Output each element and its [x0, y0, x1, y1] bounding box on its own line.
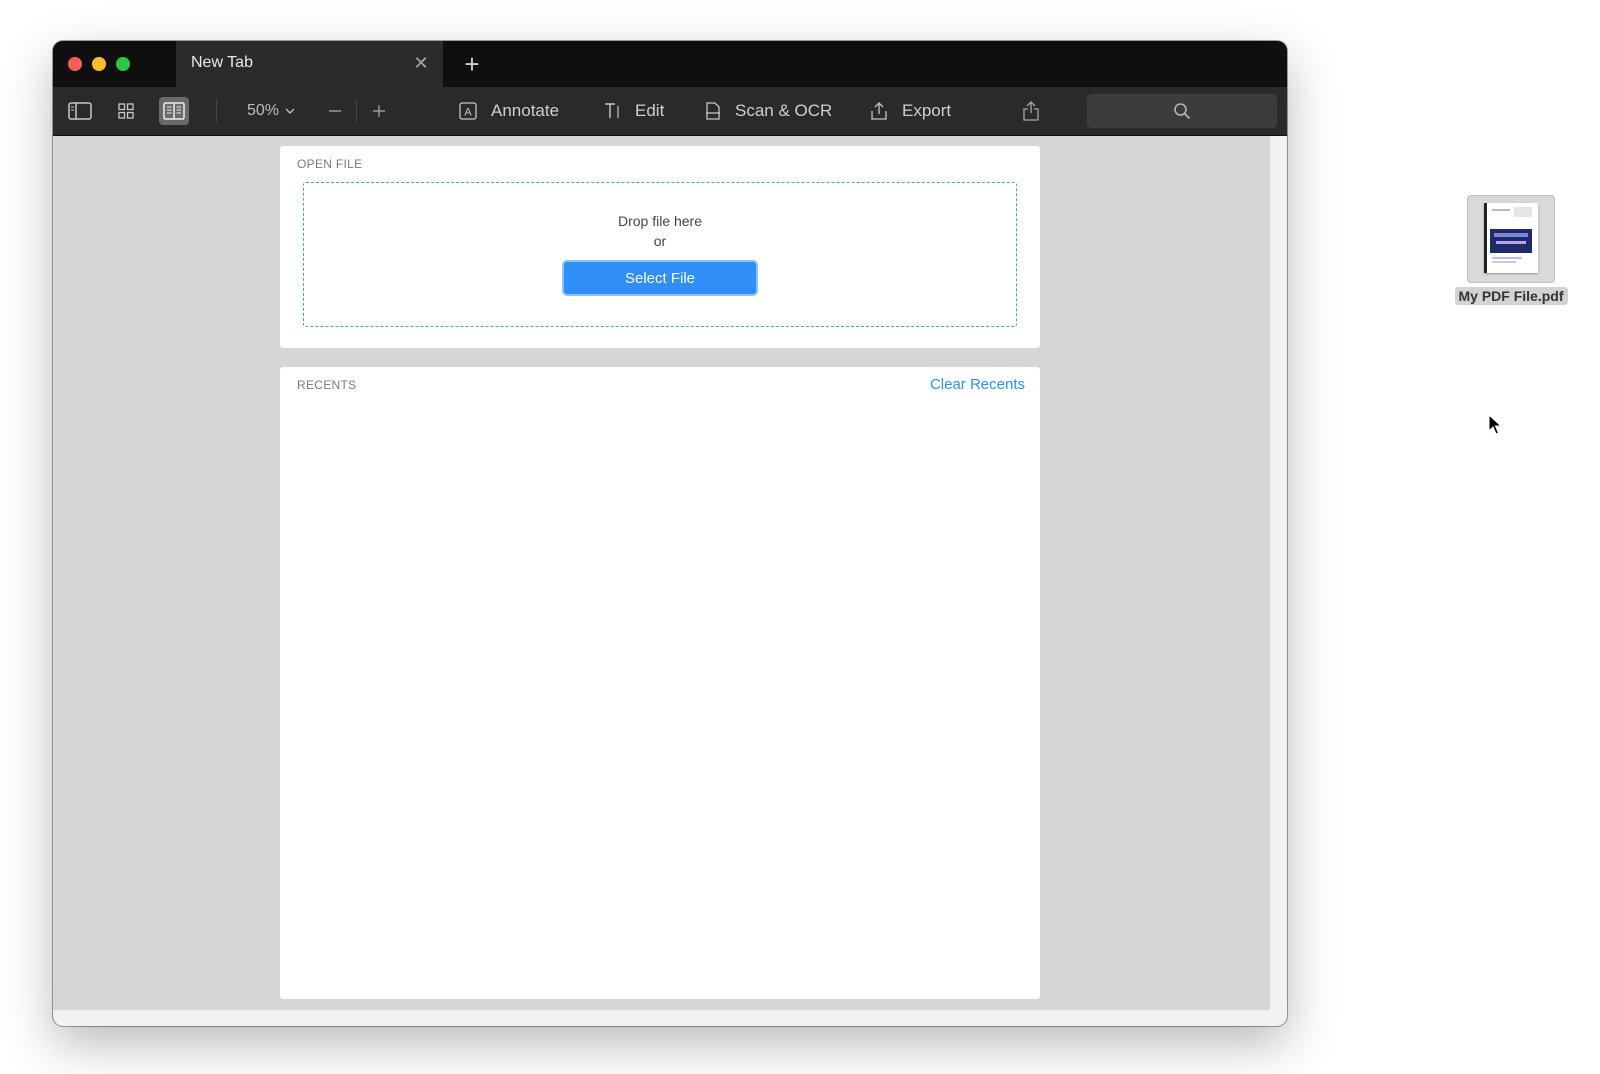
recents-heading: RECENTS [297, 378, 357, 392]
svg-text:A: A [464, 107, 472, 119]
search-icon [1173, 102, 1191, 120]
open-file-panel: OPEN FILE Drop file here or Select File [280, 146, 1040, 348]
scan-ocr-label: Scan & OCR [735, 101, 833, 120]
share-icon [1023, 101, 1039, 121]
export-button[interactable]: Export [870, 87, 951, 135]
file-drop-zone[interactable]: Drop file here or Select File [303, 182, 1017, 327]
zoom-value: 50% [247, 102, 280, 119]
plus-icon [372, 104, 386, 118]
sidebar-icon [68, 102, 92, 120]
window-close-button[interactable] [68, 57, 82, 71]
scan-ocr-button[interactable]: Scan & OCR [705, 87, 832, 135]
zoom-dropdown[interactable]: 50% [247, 87, 295, 135]
zoom-out-button[interactable] [328, 87, 342, 135]
open-file-heading: OPEN FILE [297, 157, 363, 171]
tab-title: New Tab [191, 54, 253, 71]
chevron-down-icon [285, 108, 295, 114]
mouse-cursor-icon [1488, 413, 1503, 441]
export-icon [870, 102, 888, 120]
toolbar: 50% A Annotate Edit Scan & OCR Export [53, 87, 1287, 136]
reading-view-icon [159, 97, 189, 125]
grid-view-button[interactable] [118, 87, 134, 135]
horizontal-scrollbar[interactable] [53, 1010, 1287, 1026]
edit-label: Edit [635, 101, 665, 120]
share-button[interactable] [1023, 87, 1039, 135]
reading-view-button[interactable] [159, 87, 189, 135]
text-edit-icon [603, 102, 621, 120]
window-minimize-button[interactable] [92, 57, 106, 71]
sidebar-toggle-button[interactable] [68, 87, 92, 135]
window-maximize-button[interactable] [116, 57, 130, 71]
or-text: or [653, 233, 667, 249]
annotate-label: Annotate [491, 101, 560, 120]
select-file-button[interactable]: Select File [562, 260, 758, 296]
clear-recents-link[interactable]: Clear Recents [930, 376, 1025, 393]
minus-icon [328, 104, 342, 118]
plus-icon: + [464, 49, 480, 79]
pdf-page-preview [1484, 203, 1538, 273]
edit-button[interactable]: Edit [603, 87, 664, 135]
new-tab-button[interactable]: + [457, 49, 487, 79]
app-window: New Tab ✕ + 50% A Annotate Edit Scan & O… [53, 41, 1287, 1026]
pdf-thumbnail [1467, 195, 1555, 283]
drop-text: Drop file here [617, 213, 703, 229]
annotate-icon: A [459, 102, 477, 120]
grid-view-icon [118, 103, 134, 119]
title-bar: New Tab ✕ + [53, 41, 1287, 87]
toolbar-divider [356, 100, 357, 122]
recents-panel: RECENTS Clear Recents [280, 367, 1040, 999]
document-canvas: OPEN FILE Drop file here or Select File … [53, 136, 1270, 1010]
vertical-scrollbar[interactable] [1270, 136, 1287, 1010]
annotate-button[interactable]: A Annotate [459, 87, 559, 135]
file-name-label: My PDF File.pdf [1454, 287, 1568, 305]
drop-instructions: Drop file here or [304, 211, 1016, 251]
tab-new-tab[interactable]: New Tab ✕ [176, 41, 443, 87]
toolbar-divider [216, 100, 217, 122]
scan-icon [705, 102, 721, 120]
export-label: Export [902, 101, 952, 120]
desktop-pdf-file[interactable]: My PDF File.pdf [1451, 195, 1571, 306]
search-field[interactable] [1087, 94, 1277, 128]
close-icon[interactable]: ✕ [411, 53, 431, 73]
zoom-in-button[interactable] [372, 87, 386, 135]
